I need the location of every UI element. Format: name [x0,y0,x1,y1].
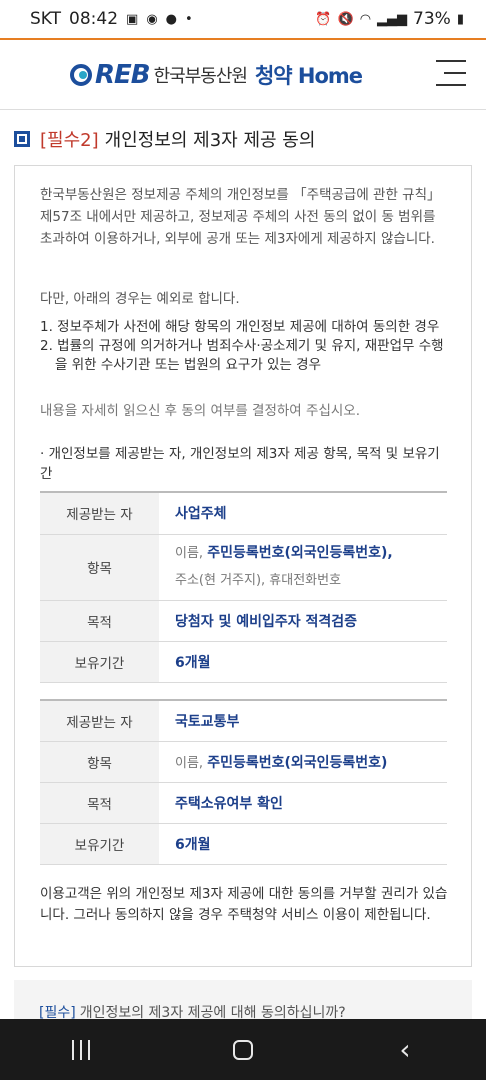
table-row: 보유기간 6개월 [40,822,447,865]
intro-paragraph: 한국부동산원은 정보제공 주체의 개인정보를 「주택공급에 관한 규칙」 제57… [40,187,441,247]
gallery-icon: ▣ [126,11,139,27]
provision-table-1: 제공받는 자 사업주체 항목 이름, 주민등록번호(외국인등록번호), 주소(현… [40,491,447,683]
items-rrn: 주민등록번호(외국인등록번호), [207,545,393,561]
table-heading: · 개인정보를 제공받는 자, 개인정보의 제3자 제공 항목, 목적 및 보유… [40,446,440,482]
items-name: 이름, [175,755,208,771]
notice-text: 내용을 자세히 읽으신 후 동의 여부를 결정하여 주십시오. [40,403,360,419]
mute-icon: 🔇 [337,11,354,27]
recent-apps-button[interactable] [61,1030,101,1070]
purpose-value: 당첨자 및 예비입주자 적격검증 [159,599,447,641]
back-button[interactable]: ‹ [385,1030,425,1070]
provision-table-2: 제공받는 자 국토교통부 항목 이름, 주민등록번호(외국인등록번호) 목적 주… [40,699,447,865]
row-header: 보유기간 [40,822,159,865]
section-title-text: 개인정보의 제3자 제공 동의 [104,130,316,151]
period-value: 6개월 [159,640,447,683]
logo-org-name: 한국부동산원 [153,66,248,87]
logo-app-part-b: Home [297,64,363,88]
required-tag: [필수2] [40,130,99,151]
period-value: 6개월 [159,822,447,865]
section-title: [필수2] 개인정보의 제3자 제공 동의 [14,126,315,152]
square-bullet-icon [14,131,30,147]
items-name: 이름, [175,546,208,561]
table-row: 항목 이름, 주민등록번호(외국인등록번호) [40,740,447,782]
home-button[interactable] [223,1030,263,1070]
talk-icon: ● [165,11,177,27]
status-bar: SKT 08:42 ▣ ◉ ● • ⏰ 🔇 ◠ ▂▄▆ 73% ▮ [0,0,486,38]
logo-ring-icon [70,64,92,86]
recent-apps-icon [72,1039,90,1060]
row-header: 목적 [40,781,159,823]
table-row: 목적 주택소유여부 확인 [40,781,447,823]
row-header: 항목 [40,740,159,782]
row-header: 목적 [40,599,159,641]
wifi-icon: ◠ [359,11,372,27]
dot-icon: • [185,11,193,27]
purpose-value: 주택소유여부 확인 [159,781,447,823]
consent-content-box[interactable]: 한국부동산원은 정보제공 주체의 개인정보를 「주택공급에 관한 규칙」 제57… [14,165,472,967]
row-header: 제공받는 자 [40,491,159,534]
location-icon: ◉ [146,11,158,27]
row-header: 제공받는 자 [40,699,159,741]
alarm-icon: ⏰ [315,11,332,27]
exception-item: 1. 정보주체가 사전에 해당 항목의 개인정보 제공에 대하여 동의한 경우 [40,319,440,335]
logo-app-part-a: 청약 [254,64,293,88]
exception-item: 2. 법률의 규정에 의거하거나 범죄수사·공소제기 및 유지, 재판업무 수행… [40,338,444,373]
exception-intro: 다만, 아래의 경우는 예외로 합니다. [40,291,240,307]
logo-reb: REB [95,60,151,90]
table-row: 항목 이름, 주민등록번호(외국인등록번호), 주소(현 거주지), 휴대전화번… [40,533,447,600]
items-value: 이름, 주민등록번호(외국인등록번호), 주소(현 거주지), 휴대전화번호 [159,533,447,600]
battery-level: 73% [413,9,451,29]
clock: 08:42 [69,9,119,29]
site-logo[interactable]: REB 한국부동산원 청약 Home [70,58,363,92]
back-chevron-icon: ‹ [399,1032,411,1066]
hamburger-menu-icon[interactable] [436,60,466,86]
table-row: 제공받는 자 국토교통부 [40,699,447,741]
row-header: 보유기간 [40,640,159,683]
signal-icon: ▂▄▆ [377,11,408,27]
refusal-paragraph: 이용고객은 위의 개인정보 제3자 제공에 대한 동의를 거부할 권리가 있습니… [40,886,448,923]
row-header: 항목 [40,533,159,600]
logo-app-name: 청약 Home [254,60,363,90]
recipient-value: 사업주체 [159,491,447,534]
system-nav-bar: ‹ [0,1019,486,1080]
recipient-value: 국토교통부 [159,699,447,741]
items-address-phone: 주소(현 거주지), 휴대전화번호 [175,573,342,588]
home-icon [233,1039,253,1060]
app-header: REB 한국부동산원 청약 Home [0,40,486,110]
items-rrn: 주민등록번호(외국인등록번호) [207,754,388,771]
battery-icon: ▮ [456,11,464,27]
carrier-label: SKT [30,9,62,29]
table-row: 목적 당첨자 및 예비입주자 적격검증 [40,599,447,641]
table-row: 보유기간 6개월 [40,640,447,683]
exception-list: 1. 정보주체가 사전에 해당 항목의 개인정보 제공에 대하여 동의한 경우 … [40,318,450,375]
table-row: 제공받는 자 사업주체 [40,491,447,534]
items-value: 이름, 주민등록번호(외국인등록번호) [159,740,447,782]
